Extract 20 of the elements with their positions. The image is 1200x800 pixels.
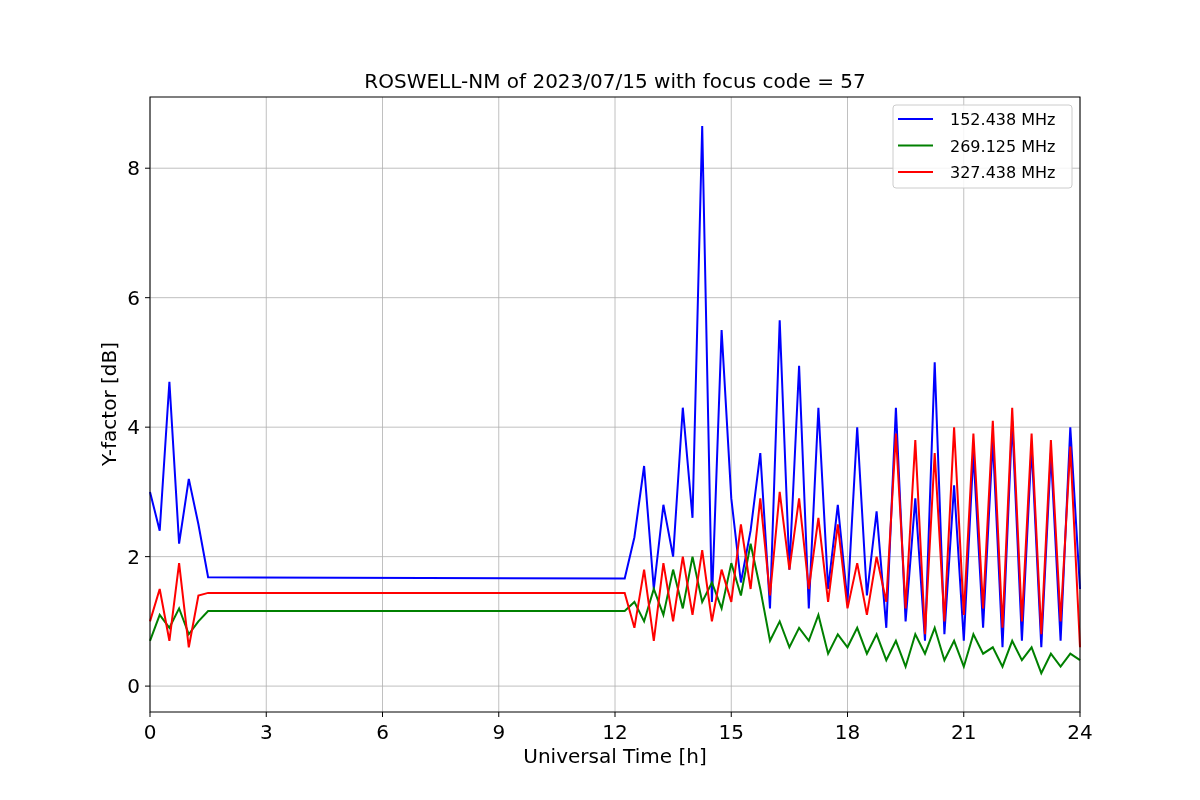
y-tick-label: 0 [127, 674, 140, 699]
chart-title: ROSWELL-NM of 2023/07/15 with focus code = 57 [364, 69, 866, 93]
x-tick-label: 15 [718, 720, 744, 744]
x-tick-label: 18 [834, 720, 861, 744]
legend-label: 327.438 MHz [950, 163, 1056, 182]
x-tick-label: 24 [1067, 720, 1093, 744]
y-tick-label: 4 [127, 415, 140, 440]
x-axis-label: Universal Time [h] [523, 744, 707, 768]
y-tick-label: 2 [127, 544, 140, 569]
x-tick-label: 21 [951, 720, 977, 744]
y-tick-label: 6 [127, 285, 140, 310]
y-tick-label: 8 [127, 156, 140, 181]
x-tick-label: 3 [259, 720, 273, 744]
x-tick-label: 9 [492, 720, 506, 744]
x-tick-label: 6 [376, 720, 389, 744]
legend-label: 269.125 MHz [950, 136, 1056, 156]
x-tick-label: 12 [602, 720, 628, 744]
y-axis-label: Y-factor [dB] [97, 342, 121, 466]
legend-label: 152.438 MHz [950, 110, 1056, 129]
x-tick-label: 0 [143, 720, 157, 744]
